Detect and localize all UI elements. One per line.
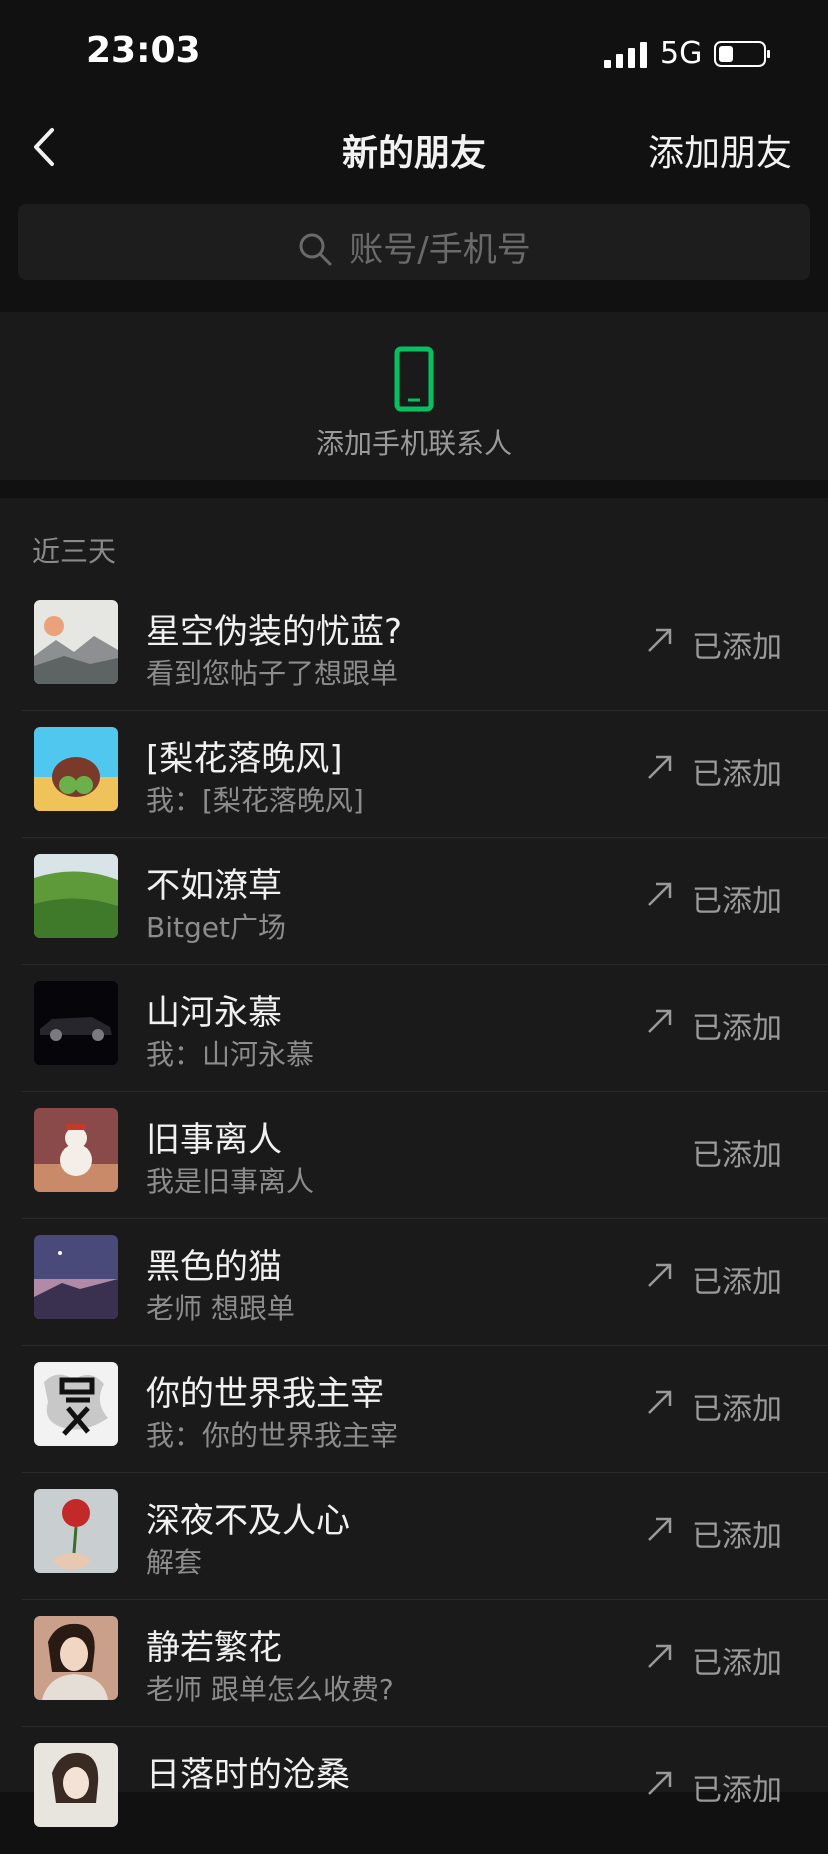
avatar — [34, 1616, 118, 1700]
add-friend-button[interactable]: 添加朋友 — [648, 124, 792, 176]
new-friends-list: 近三天 星空伪装的忧蓝? 看到您帖子了想跟单 已添加 [梨花落晚风] 我：[梨花… — [0, 498, 828, 1827]
list-item[interactable]: 旧事离人 我是旧事离人 已添加 — [0, 1092, 828, 1219]
avatar — [34, 1235, 118, 1319]
added-status: 已添加 — [692, 884, 782, 919]
phone-icon — [394, 346, 434, 412]
contact-name: 山河永慕 — [146, 993, 282, 1033]
list-item[interactable]: 深夜不及人心 解套 已添加 — [0, 1473, 828, 1600]
avatar — [34, 981, 118, 1065]
list-item[interactable]: 黑色的猫 老师 想跟单 已添加 — [0, 1219, 828, 1346]
arrow-up-right-icon — [648, 755, 672, 779]
avatar — [34, 600, 118, 684]
section-header: 近三天 — [32, 535, 117, 568]
avatar — [34, 854, 118, 938]
contact-message: 老师 跟单怎么收费? — [146, 1673, 394, 1706]
contact-name: 星空伪装的忧蓝? — [146, 612, 403, 652]
list-item[interactable]: 星空伪装的忧蓝? 看到您帖子了想跟单 已添加 — [0, 584, 828, 711]
added-status: 已添加 — [692, 630, 782, 665]
arrow-up-right-icon — [648, 628, 672, 652]
avatar — [34, 1743, 118, 1827]
avatar — [34, 1108, 118, 1192]
contact-name: 静若繁花 — [146, 1628, 282, 1668]
search-input[interactable]: 账号/手机号 — [18, 204, 810, 280]
contact-message: 我：你的世界我主宰 — [146, 1419, 399, 1452]
arrow-up-right-icon — [648, 1390, 672, 1414]
avatar — [34, 727, 118, 811]
arrow-up-right-icon — [648, 1517, 672, 1541]
contact-message: 我：山河永慕 — [146, 1038, 315, 1071]
contact-name: 黑色的猫 — [146, 1247, 282, 1287]
network-label: 5G — [660, 36, 703, 71]
status-bar: 23:03 5G — [0, 0, 828, 96]
list-item[interactable]: 山河永慕 我：山河永慕 已添加 — [0, 965, 828, 1092]
contact-name: 日落时的沧桑 — [146, 1755, 350, 1795]
arrow-up-right-icon — [648, 1644, 672, 1668]
contact-name: 你的世界我主宰 — [146, 1374, 384, 1414]
arrow-up-right-icon — [648, 1009, 672, 1033]
nav-bar: 新的朋友 添加朋友 — [0, 100, 828, 196]
list-item[interactable]: 你的世界我主宰 我：你的世界我主宰 已添加 — [0, 1346, 828, 1473]
list-item[interactable]: 日落时的沧桑 已添加 — [0, 1727, 828, 1854]
battery-icon — [714, 41, 770, 67]
added-status: 已添加 — [692, 1773, 782, 1808]
contact-message: 我：[梨花落晚风] — [146, 784, 364, 817]
contact-message: 解套 — [146, 1546, 203, 1579]
contact-name: 深夜不及人心 — [146, 1501, 350, 1541]
add-phone-contacts-button[interactable]: 添加手机联系人 — [0, 312, 828, 480]
added-status: 已添加 — [692, 1392, 782, 1427]
list-item[interactable]: 不如潦草 Bitget广场 已添加 — [0, 838, 828, 965]
arrow-up-right-icon — [648, 1771, 672, 1795]
contact-message: 老师 想跟单 — [146, 1292, 295, 1325]
avatar — [34, 1489, 118, 1573]
add-phone-contacts-label: 添加手机联系人 — [315, 427, 512, 460]
contact-message: 我是旧事离人 — [146, 1165, 315, 1198]
search-icon — [299, 233, 332, 266]
contact-message: Bitget广场 — [146, 911, 286, 944]
added-status: 已添加 — [692, 757, 782, 792]
contact-name: 不如潦草 — [146, 866, 282, 906]
contact-name: 旧事离人 — [146, 1120, 282, 1160]
avatar — [34, 1362, 118, 1446]
added-status: 已添加 — [692, 1646, 782, 1681]
signal-icon — [604, 42, 647, 68]
added-status: 已添加 — [692, 1265, 782, 1300]
arrow-up-right-icon — [648, 1263, 672, 1287]
added-status: 已添加 — [692, 1011, 782, 1046]
arrow-up-right-icon — [648, 882, 672, 906]
added-status: 已添加 — [692, 1519, 782, 1554]
search-placeholder: 账号/手机号 — [349, 230, 531, 270]
list-item[interactable]: 静若繁花 老师 跟单怎么收费? 已添加 — [0, 1600, 828, 1727]
contact-name: [梨花落晚风] — [146, 739, 343, 779]
added-status: 已添加 — [692, 1138, 782, 1173]
status-time: 23:03 — [86, 30, 201, 71]
list-item[interactable]: [梨花落晚风] 我：[梨花落晚风] 已添加 — [0, 711, 828, 838]
contact-message: 看到您帖子了想跟单 — [146, 657, 399, 690]
